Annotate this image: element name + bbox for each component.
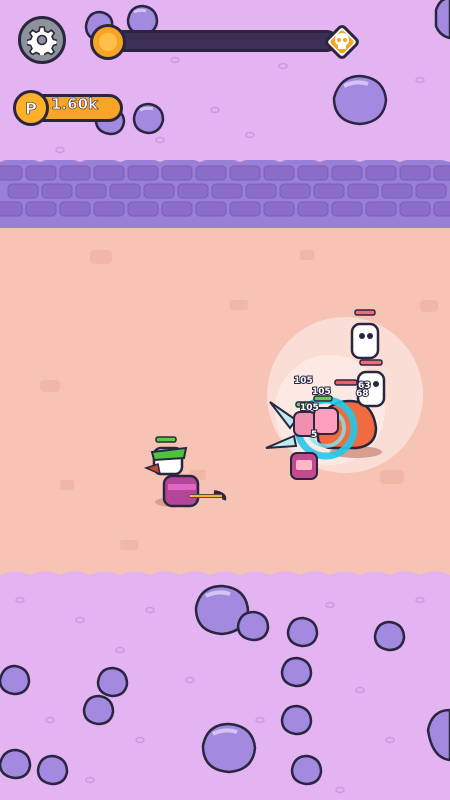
- rock: [0, 748, 32, 780]
- settings-button[interactable]: [18, 16, 66, 64]
- rock: [290, 754, 323, 786]
- damage-number: 105: [300, 403, 319, 413]
- rock: [82, 694, 115, 726]
- rock: [0, 664, 31, 696]
- progress-track: [100, 30, 338, 52]
- damage-number: 105: [294, 376, 313, 386]
- gear-icon: [27, 26, 57, 55]
- rock: [286, 616, 319, 648]
- rock: [201, 722, 257, 774]
- coin-icon: P: [13, 90, 49, 126]
- damage-number: 105: [312, 387, 331, 397]
- coin-icon-letter: P: [25, 98, 37, 118]
- skull-icon: [325, 25, 359, 59]
- rock: [96, 666, 129, 698]
- brick-wall: [0, 150, 450, 228]
- rock: [280, 656, 313, 688]
- damage-number: 68: [356, 389, 369, 399]
- rock: [36, 754, 69, 786]
- damage-number: 5: [311, 430, 317, 440]
- rock: [236, 610, 270, 642]
- hero-ally: [290, 452, 318, 480]
- hud: 1.60k P: [0, 0, 450, 140]
- progress-start-marker: [90, 24, 126, 60]
- rock: [280, 704, 313, 736]
- rock: [373, 620, 406, 652]
- coin-value: 1.60k: [51, 95, 99, 114]
- level-progress-bar: [90, 22, 360, 62]
- coin-counter: 1.60k P: [13, 90, 123, 126]
